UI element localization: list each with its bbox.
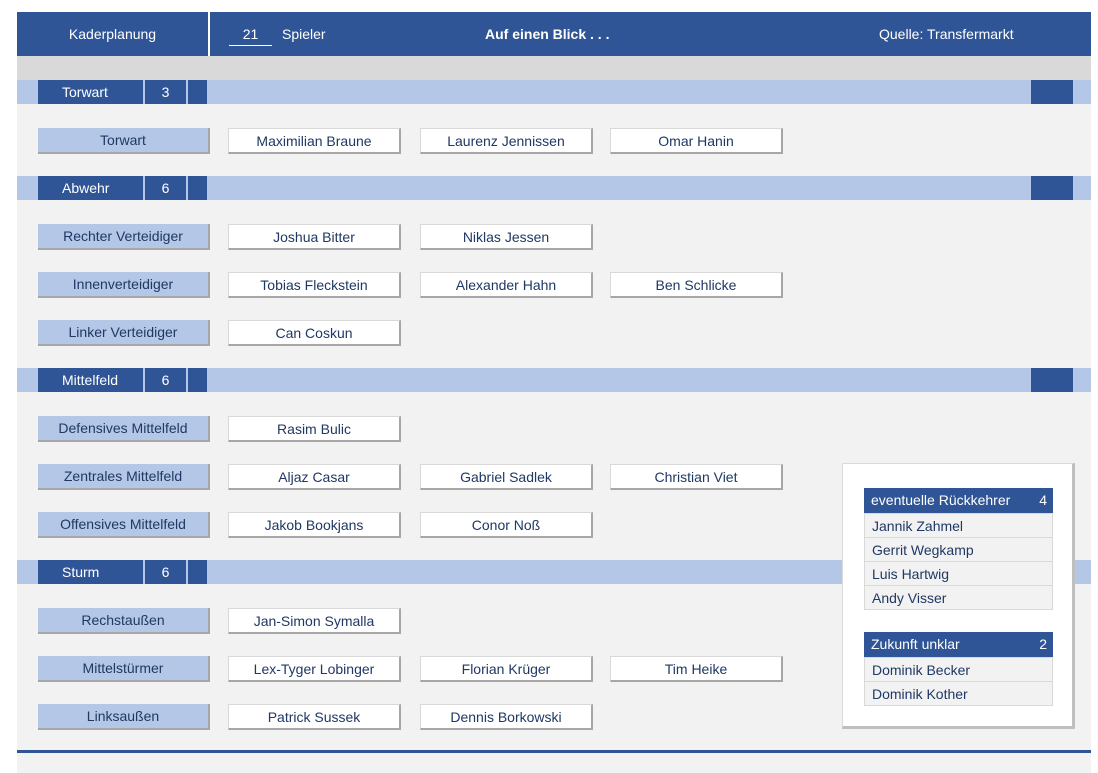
returnees-count: 4 [1039, 492, 1047, 508]
section-title: Abwehr [38, 176, 143, 200]
player-cell[interactable]: Can Coskun [228, 320, 401, 346]
player-cell[interactable]: Dennis Borkowski [420, 704, 593, 730]
header-bar: Kaderplanung 21 Spieler Auf einen Blick … [17, 12, 1091, 56]
player-count[interactable]: 21 [229, 22, 272, 46]
player-cell[interactable]: Jan-Simon Symalla [228, 608, 401, 634]
position-label: Linker Verteidiger [38, 320, 210, 346]
player-cell[interactable]: Laurenz Jennissen [420, 128, 593, 154]
player-cell[interactable]: Christian Viet [610, 464, 783, 490]
position-label: Rechstaußen [38, 608, 210, 634]
player-cell[interactable]: Omar Hanin [610, 128, 783, 154]
unclear-item[interactable]: Dominik Becker [864, 657, 1053, 682]
returnee-item[interactable]: Jannik Zahmel [864, 513, 1053, 538]
section-marker [188, 176, 207, 200]
unclear-item[interactable]: Dominik Kother [864, 681, 1053, 706]
returnees-title: eventuelle Rückkehrer [871, 492, 1011, 508]
source-label: Quelle: Transfermarkt [879, 26, 1014, 42]
section-count: 6 [145, 560, 186, 584]
section-marker [188, 80, 207, 104]
returnee-item[interactable]: Luis Hartwig [864, 561, 1053, 586]
player-cell[interactable]: Gabriel Sadlek [420, 464, 593, 490]
player-cell[interactable]: Ben Schlicke [610, 272, 783, 298]
app-title: Kaderplanung [68, 26, 157, 42]
section-end-marker [1031, 80, 1073, 104]
position-label: Torwart [38, 128, 210, 154]
position-label: Zentrales Mittelfeld [38, 464, 210, 490]
position-label: Mittelstürmer [38, 656, 210, 682]
side-panel: eventuelle Rückkehrer 4 Jannik Zahmel Ge… [842, 463, 1075, 729]
player-count-label: Spieler [282, 26, 326, 42]
section-count: 6 [145, 368, 186, 392]
position-label: Rechter Verteidiger [38, 224, 210, 250]
player-cell[interactable]: Maximilian Braune [228, 128, 401, 154]
section-bar-abwehr: Abwehr 6 [17, 176, 1091, 200]
player-cell[interactable]: Joshua Bitter [228, 224, 401, 250]
unclear-header: Zukunft unklar 2 [864, 632, 1053, 657]
player-cell[interactable]: Lex-Tyger Lobinger [228, 656, 401, 682]
section-end-marker [1031, 176, 1073, 200]
section-bar-torwart: Torwart 3 [17, 80, 1091, 104]
player-cell[interactable]: Niklas Jessen [420, 224, 593, 250]
player-cell[interactable]: Rasim Bulic [228, 416, 401, 442]
player-cell[interactable]: Florian Krüger [420, 656, 593, 682]
spreadsheet-canvas: Kaderplanung 21 Spieler Auf einen Blick … [17, 12, 1091, 773]
returnees-header: eventuelle Rückkehrer 4 [864, 488, 1053, 513]
player-cell[interactable]: Aljaz Casar [228, 464, 401, 490]
player-cell[interactable]: Tobias Fleckstein [228, 272, 401, 298]
header-divider [208, 12, 210, 56]
section-count: 3 [145, 80, 186, 104]
position-label: Innenverteidiger [38, 272, 210, 298]
section-bar-mittelfeld: Mittelfeld 6 [17, 368, 1091, 392]
overview-heading: Auf einen Blick . . . [485, 26, 610, 42]
player-cell[interactable]: Tim Heike [610, 656, 783, 682]
position-label: Offensives Mittelfeld [38, 512, 210, 538]
player-cell[interactable]: Jakob Bookjans [228, 512, 401, 538]
unclear-title: Zukunft unklar [871, 636, 960, 652]
position-label: Linksaußen [38, 704, 210, 730]
spacer-strip [17, 56, 1091, 80]
player-cell[interactable]: Patrick Sussek [228, 704, 401, 730]
returnee-item[interactable]: Andy Visser [864, 585, 1053, 610]
player-cell[interactable]: Alexander Hahn [420, 272, 593, 298]
section-title: Torwart [38, 80, 143, 104]
section-title: Sturm [38, 560, 143, 584]
bottom-divider [17, 750, 1091, 753]
player-cell[interactable]: Conor Noß [420, 512, 593, 538]
section-count: 6 [145, 176, 186, 200]
section-marker [188, 368, 207, 392]
section-marker [188, 560, 207, 584]
section-title: Mittelfeld [38, 368, 143, 392]
unclear-count: 2 [1039, 636, 1047, 652]
position-label: Defensives Mittelfeld [38, 416, 210, 442]
section-end-marker [1031, 368, 1073, 392]
returnee-item[interactable]: Gerrit Wegkamp [864, 537, 1053, 562]
